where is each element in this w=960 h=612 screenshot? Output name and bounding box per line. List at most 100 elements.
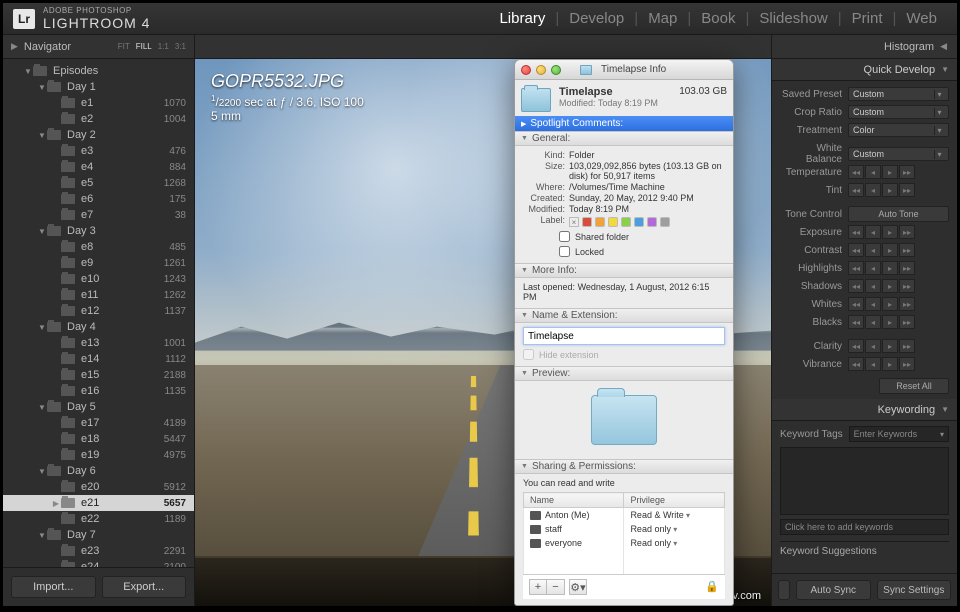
- folder-row[interactable]: e152188: [3, 367, 194, 383]
- privilege-select[interactable]: Read only: [624, 536, 725, 550]
- contrast-nudge[interactable]: ◂◂◂▸▸▸: [848, 243, 915, 257]
- label-color[interactable]: [582, 217, 592, 227]
- folder-row[interactable]: e194975: [3, 447, 194, 463]
- folder-row[interactable]: e8485: [3, 239, 194, 255]
- folder-row[interactable]: ▼Day 2: [3, 127, 194, 143]
- permissions-action-menu[interactable]: ⚙▾: [569, 579, 587, 595]
- folder-row[interactable]: ▶e215657: [3, 495, 194, 511]
- permission-row[interactable]: staffRead only: [524, 522, 725, 536]
- disclosure-icon[interactable]: ▼: [23, 67, 33, 76]
- auto-tone-button[interactable]: Auto Tone: [848, 206, 949, 222]
- quick-develop-header[interactable]: Quick Develop▼: [772, 59, 957, 81]
- permission-row[interactable]: Anton (Me)Read & Write: [524, 508, 725, 523]
- module-map[interactable]: Map: [638, 10, 687, 27]
- folder-row[interactable]: e91261: [3, 255, 194, 271]
- folder-row[interactable]: e21004: [3, 111, 194, 127]
- clarity-nudge[interactable]: ◂◂◂▸▸▸: [848, 339, 915, 353]
- folder-row[interactable]: e121137: [3, 303, 194, 319]
- export-button[interactable]: Export...: [102, 576, 187, 598]
- name-extension-input[interactable]: [523, 327, 725, 345]
- folder-row[interactable]: e101243: [3, 271, 194, 287]
- reset-all-button[interactable]: Reset All: [879, 378, 949, 394]
- disclosure-icon[interactable]: ▼: [37, 467, 47, 476]
- module-print[interactable]: Print: [842, 10, 893, 27]
- module-book[interactable]: Book: [691, 10, 745, 27]
- spotlight-comments-header[interactable]: ▶Spotlight Comments:: [515, 116, 733, 131]
- histogram-panel-header[interactable]: Histogram ◀: [771, 35, 957, 58]
- disclosure-icon[interactable]: ▼: [37, 531, 47, 540]
- mac-window-titlebar[interactable]: Timelapse Info: [515, 60, 733, 80]
- name-extension-section-header[interactable]: ▼Name & Extension:: [515, 308, 733, 323]
- folder-row[interactable]: e131001: [3, 335, 194, 351]
- folder-row[interactable]: e738: [3, 207, 194, 223]
- tint-nudge[interactable]: ◂◂◂▸▸▸: [848, 183, 915, 197]
- folder-row[interactable]: ▼Day 6: [3, 463, 194, 479]
- zoom-mode-fill[interactable]: FILL: [136, 42, 152, 51]
- folder-row[interactable]: e174189: [3, 415, 194, 431]
- preview-section-header[interactable]: ▼Preview:: [515, 366, 733, 381]
- folder-row[interactable]: ▼Episodes: [3, 63, 194, 79]
- disclosure-icon[interactable]: ▼: [37, 131, 47, 140]
- general-section-header[interactable]: ▼General:: [515, 131, 733, 146]
- add-user-button[interactable]: +: [529, 579, 547, 595]
- mac-get-info-window[interactable]: Timelapse Info Timelapse Modified: Today…: [514, 59, 734, 606]
- locked-checkbox[interactable]: [559, 246, 570, 257]
- temperature-nudge[interactable]: ◂◂◂▸▸▸: [848, 165, 915, 179]
- label-color[interactable]: [621, 217, 631, 227]
- zoom-mode-fit[interactable]: FIT: [118, 42, 130, 51]
- blacks-nudge[interactable]: ◂◂◂▸▸▸: [848, 315, 915, 329]
- minimize-icon[interactable]: [536, 65, 546, 75]
- lock-icon[interactable]: 🔒: [705, 580, 719, 594]
- disclosure-icon[interactable]: ▼: [37, 83, 47, 92]
- folder-row[interactable]: e3476: [3, 143, 194, 159]
- folder-row[interactable]: e161135: [3, 383, 194, 399]
- keyword-mode-select[interactable]: Enter Keywords▾: [849, 426, 949, 442]
- zoom-mode-1:1[interactable]: 1:1: [158, 42, 169, 51]
- vibrance-nudge[interactable]: ◂◂◂▸▸▸: [848, 357, 915, 371]
- shared-folder-checkbox[interactable]: [559, 231, 570, 242]
- folder-row[interactable]: ▼Day 3: [3, 223, 194, 239]
- label-color[interactable]: [660, 217, 670, 227]
- folder-row[interactable]: ▼Day 4: [3, 319, 194, 335]
- add-keyword-input[interactable]: Click here to add keywords: [780, 519, 949, 535]
- folder-row[interactable]: e6175: [3, 191, 194, 207]
- crop-ratio-select[interactable]: Custom▾: [848, 105, 949, 119]
- close-icon[interactable]: [521, 65, 531, 75]
- label-color[interactable]: [608, 217, 618, 227]
- folder-row[interactable]: e232291: [3, 543, 194, 559]
- more-info-section-header[interactable]: ▼More Info:: [515, 263, 733, 278]
- saved-preset-select[interactable]: Custom▾: [848, 87, 949, 101]
- module-library[interactable]: Library: [489, 10, 555, 27]
- module-develop[interactable]: Develop: [559, 10, 634, 27]
- label-color[interactable]: [595, 217, 605, 227]
- folder-row[interactable]: e51268: [3, 175, 194, 191]
- folder-row[interactable]: e111262: [3, 287, 194, 303]
- treatment-select[interactable]: Color▾: [848, 123, 949, 137]
- sharing-permissions-header[interactable]: ▼Sharing & Permissions:: [515, 459, 733, 474]
- folder-row[interactable]: e185447: [3, 431, 194, 447]
- white-balance-select[interactable]: Custom▾: [848, 147, 949, 161]
- keywording-header[interactable]: Keywording▼: [772, 399, 957, 421]
- privilege-select[interactable]: Read & Write: [624, 508, 725, 523]
- disclosure-icon[interactable]: ▼: [37, 323, 47, 332]
- folder-row[interactable]: e141112: [3, 351, 194, 367]
- folder-row[interactable]: e242100: [3, 559, 194, 567]
- label-color[interactable]: [647, 217, 657, 227]
- zoom-mode-3:1[interactable]: 3:1: [175, 42, 186, 51]
- folder-row[interactable]: e205912: [3, 479, 194, 495]
- folder-row[interactable]: ▼Day 1: [3, 79, 194, 95]
- privilege-select[interactable]: Read only: [624, 522, 725, 536]
- label-color-picker[interactable]: ×: [569, 217, 725, 227]
- auto-sync-button[interactable]: Auto Sync: [796, 580, 871, 600]
- autosync-toggle[interactable]: [778, 580, 790, 600]
- zoom-icon[interactable]: [551, 65, 561, 75]
- module-web[interactable]: Web: [896, 10, 947, 27]
- folder-row[interactable]: ▼Day 5: [3, 399, 194, 415]
- remove-user-button[interactable]: −: [547, 579, 565, 595]
- keywords-textarea[interactable]: [780, 447, 949, 515]
- folder-row[interactable]: e4884: [3, 159, 194, 175]
- navigator-panel-header[interactable]: ▶ Navigator FITFILL1:13:1: [3, 35, 195, 58]
- sync-settings-button[interactable]: Sync Settings: [877, 580, 952, 600]
- disclosure-icon[interactable]: ▼: [37, 403, 47, 412]
- permission-row[interactable]: everyoneRead only: [524, 536, 725, 550]
